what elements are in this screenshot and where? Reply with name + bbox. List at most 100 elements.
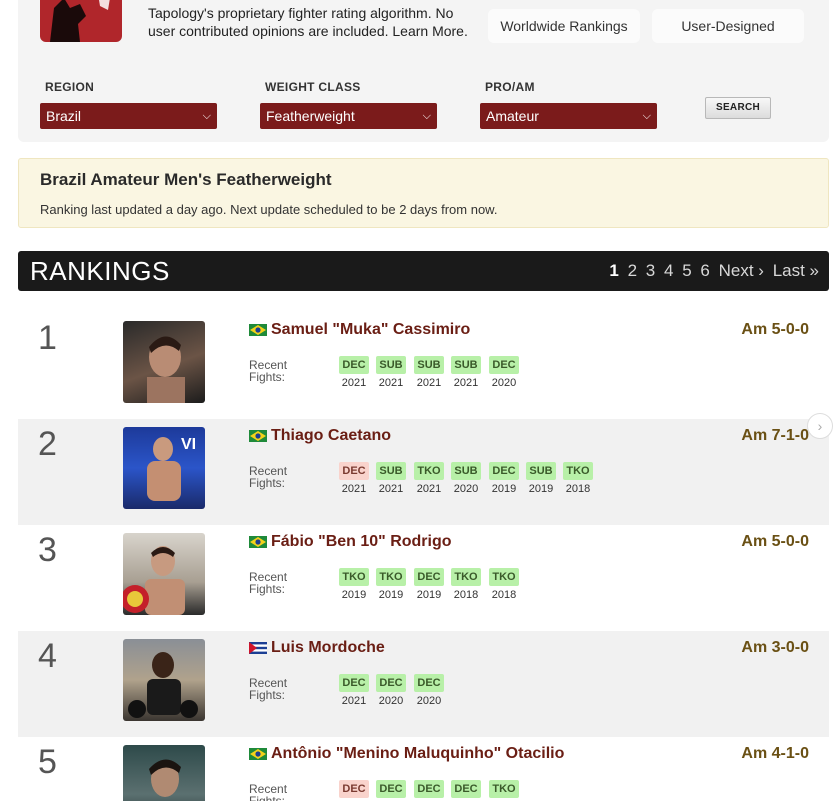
fight-result[interactable]: DEC 2021 xyxy=(338,462,370,495)
chevron-down-icon: ⌵ xyxy=(422,110,431,122)
next-page-link[interactable]: Next › xyxy=(719,261,764,280)
fighter-photo[interactable]: VI xyxy=(123,427,205,509)
last-page-link[interactable]: Last » xyxy=(773,261,819,280)
fight-method: SUB xyxy=(451,462,481,480)
pro-am-label: PRO/AM xyxy=(485,80,535,94)
rankings-title: RANKINGS xyxy=(30,256,170,286)
fight-result[interactable]: SUB 2021 xyxy=(450,356,482,389)
chevron-right-icon[interactable]: › xyxy=(807,413,833,439)
chevron-down-icon: ⌵ xyxy=(642,110,651,122)
fight-result[interactable]: DEC xyxy=(338,780,370,798)
fighter-name-link[interactable]: Samuel "Muka" Cassimiro xyxy=(249,321,470,339)
page-link-2[interactable]: 2 xyxy=(628,261,637,280)
fighter-record: Am 4-1-0 xyxy=(741,745,809,762)
fight-method: TKO xyxy=(489,568,519,586)
fight-result[interactable]: DEC 2021 xyxy=(338,356,370,389)
fight-result[interactable]: TKO 2021 xyxy=(413,462,445,495)
fight-result[interactable]: TKO xyxy=(488,780,520,798)
rank-number: 3 xyxy=(38,531,57,569)
fight-year: 2018 xyxy=(565,483,591,495)
fighter-name: Fábio "Ben 10" Rodrigo xyxy=(271,533,452,550)
brazil-flag-icon xyxy=(249,323,267,336)
region-value: Brazil xyxy=(46,108,82,124)
region-select[interactable]: Brazil ⌵ xyxy=(40,103,217,129)
fight-result[interactable]: DEC 2020 xyxy=(488,356,520,389)
page-link-1[interactable]: 1 xyxy=(609,261,618,280)
fight-result[interactable]: DEC 2019 xyxy=(413,568,445,601)
fight-method: DEC xyxy=(376,780,406,798)
fight-method: TKO xyxy=(489,780,519,798)
ranking-update-note: Ranking last updated a day ago. Next upd… xyxy=(40,202,498,217)
fight-year: 2020 xyxy=(416,695,442,707)
recent-label-line2: Fights: xyxy=(249,688,286,702)
fight-result[interactable]: DEC 2020 xyxy=(375,674,407,707)
fight-method: DEC xyxy=(339,780,369,798)
page-link-3[interactable]: 3 xyxy=(646,261,655,280)
fight-method: SUB xyxy=(526,462,556,480)
fight-method: TKO xyxy=(451,568,481,586)
fight-result[interactable]: SUB 2020 xyxy=(450,462,482,495)
recent-label-line2: Fights: xyxy=(249,370,286,384)
fight-result[interactable]: DEC xyxy=(375,780,407,798)
page-link-4[interactable]: 4 xyxy=(664,261,673,280)
user-designed-tab[interactable]: User-Designed xyxy=(652,9,804,43)
algorithm-description: Tapology's proprietary fighter rating al… xyxy=(148,5,468,39)
fight-year: 2020 xyxy=(378,695,404,707)
fight-method: TKO xyxy=(339,568,369,586)
fight-method: SUB xyxy=(376,462,406,480)
fight-year: 2021 xyxy=(416,483,442,495)
pro-am-select[interactable]: Amateur ⌵ xyxy=(480,103,657,129)
fighter-photo[interactable] xyxy=(123,639,205,721)
fight-result[interactable]: DEC 2021 xyxy=(338,674,370,707)
fight-result[interactable]: DEC 2019 xyxy=(488,462,520,495)
fight-method: TKO xyxy=(414,462,444,480)
fighter-photo[interactable] xyxy=(123,533,205,615)
brazil-flag-icon xyxy=(249,429,267,442)
fight-year: 2020 xyxy=(491,377,517,389)
page-link-6[interactable]: 6 xyxy=(700,261,709,280)
fight-result[interactable]: TKO 2018 xyxy=(562,462,594,495)
region-label: REGION xyxy=(45,80,95,94)
fight-result[interactable]: SUB 2021 xyxy=(413,356,445,389)
fight-result[interactable]: SUB 2021 xyxy=(375,356,407,389)
weight-class-select[interactable]: Featherweight ⌵ xyxy=(260,103,437,129)
chevron-down-icon: ⌵ xyxy=(202,110,211,122)
fighter-name-link[interactable]: Thiago Caetano xyxy=(249,427,391,445)
rank-number: 4 xyxy=(38,637,57,675)
recent-fights-label: Recent Fights: xyxy=(249,677,287,701)
fight-year: 2021 xyxy=(453,377,479,389)
fighter-name: Luis Mordoche xyxy=(271,639,385,656)
fighter-name: Samuel "Muka" Cassimiro xyxy=(271,321,471,338)
rankings-filter-panel: Tapology's proprietary fighter rating al… xyxy=(18,0,829,142)
page-link-5[interactable]: 5 xyxy=(682,261,691,280)
fighter-name-link[interactable]: Fábio "Ben 10" Rodrigo xyxy=(249,533,452,551)
fight-year: 2021 xyxy=(416,377,442,389)
fighter-photo[interactable] xyxy=(123,321,205,403)
rankings-header: RANKINGS 1 2 3 4 5 6 Next › Last » xyxy=(18,251,829,291)
fight-result[interactable]: TKO 2018 xyxy=(488,568,520,601)
fight-result[interactable]: TKO 2018 xyxy=(450,568,482,601)
fight-result[interactable]: SUB 2021 xyxy=(375,462,407,495)
fight-result[interactable]: DEC 2020 xyxy=(413,674,445,707)
fight-method: DEC xyxy=(339,462,369,480)
tapology-logo[interactable] xyxy=(40,0,122,42)
fight-method: DEC xyxy=(339,356,369,374)
ranking-title: Brazil Amateur Men's Featherweight xyxy=(40,170,332,189)
fight-result[interactable]: TKO 2019 xyxy=(338,568,370,601)
fight-year: 2020 xyxy=(453,483,479,495)
fight-result[interactable]: DEC xyxy=(413,780,445,798)
fight-result[interactable]: DEC xyxy=(450,780,482,798)
recent-fights-label: Recent Fights: xyxy=(249,465,287,489)
fighter-photo[interactable] xyxy=(123,745,205,801)
pagination: 1 2 3 4 5 6 Next › Last » xyxy=(605,261,819,281)
fight-result[interactable]: SUB 2019 xyxy=(525,462,557,495)
search-button[interactable]: SEARCH xyxy=(705,97,771,119)
fight-method: SUB xyxy=(414,356,444,374)
fight-result[interactable]: TKO 2019 xyxy=(375,568,407,601)
fighter-name-link[interactable]: Antônio "Menino Maluquinho" Otacilio xyxy=(249,745,564,763)
fight-method: DEC xyxy=(414,780,444,798)
rank-number: 1 xyxy=(38,319,57,357)
worldwide-rankings-tab[interactable]: Worldwide Rankings xyxy=(488,9,640,43)
recent-label-line2: Fights: xyxy=(249,582,286,596)
fighter-name-link[interactable]: Luis Mordoche xyxy=(249,639,385,657)
